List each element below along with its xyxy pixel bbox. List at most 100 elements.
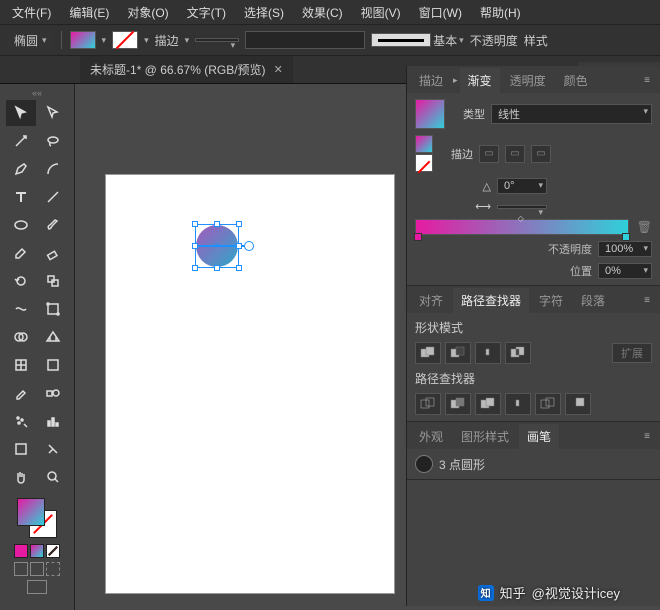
brush-stroke-field[interactable]: 基本 ▾ xyxy=(371,32,464,49)
tab-appearance[interactable]: 外观 xyxy=(411,424,451,449)
resize-handle[interactable] xyxy=(236,221,242,227)
close-icon[interactable]: ✕ xyxy=(274,63,283,76)
tab-character[interactable]: 字符 xyxy=(531,288,571,313)
draw-normal-button[interactable] xyxy=(14,562,28,576)
outline-button[interactable] xyxy=(535,393,561,415)
shape-preset-dropdown[interactable]: 椭圆 ▾ xyxy=(8,30,53,51)
eraser-tool[interactable] xyxy=(38,240,68,266)
screen-mode-button[interactable] xyxy=(27,580,47,594)
hand-tool[interactable] xyxy=(6,464,36,490)
stroke-profile-field[interactable] xyxy=(245,31,365,49)
menu-help[interactable]: 帮助(H) xyxy=(472,1,529,24)
tab-brushes[interactable]: 画笔 xyxy=(519,424,559,449)
rotate-tool[interactable] xyxy=(6,268,36,294)
toolbox-grip-icon[interactable]: «« xyxy=(12,88,62,98)
exclude-button[interactable] xyxy=(505,342,531,364)
trim-button[interactable] xyxy=(445,393,471,415)
draw-behind-button[interactable] xyxy=(30,562,44,576)
column-graph-tool[interactable] xyxy=(38,408,68,434)
resize-handle[interactable] xyxy=(214,221,220,227)
menu-view[interactable]: 视图(V) xyxy=(353,1,409,24)
scale-tool[interactable] xyxy=(38,268,68,294)
divide-button[interactable] xyxy=(415,393,441,415)
resize-handle[interactable] xyxy=(214,265,220,271)
lasso-tool[interactable] xyxy=(38,128,68,154)
draw-inside-button[interactable] xyxy=(46,562,60,576)
zoom-tool[interactable] xyxy=(38,464,68,490)
stroke-weight-field[interactable] xyxy=(195,38,239,42)
stop-position-field[interactable]: 0% xyxy=(598,263,652,279)
ellipse-tool[interactable] xyxy=(6,212,36,238)
tab-pathfinder[interactable]: 路径查找器 xyxy=(453,288,529,313)
menu-file[interactable]: 文件(F) xyxy=(4,1,59,24)
midpoint-marker-icon[interactable]: ◇ xyxy=(518,214,524,223)
blend-tool[interactable] xyxy=(38,380,68,406)
stop-opacity-field[interactable]: 100% xyxy=(598,241,652,257)
fill-stroke-swatches[interactable] xyxy=(17,498,57,538)
gradient-fill-button[interactable] xyxy=(30,544,44,558)
gradient-preview-swatch[interactable] xyxy=(415,99,445,129)
gradient-stop-right[interactable] xyxy=(622,233,630,241)
menu-object[interactable]: 对象(O) xyxy=(119,1,176,24)
stroke-within-icon[interactable]: ▭ xyxy=(479,145,499,163)
eyedropper-tool[interactable] xyxy=(6,380,36,406)
none-fill-button[interactable] xyxy=(46,544,60,558)
brush-item[interactable]: 3 点圆形 xyxy=(415,455,652,473)
menu-select[interactable]: 选择(S) xyxy=(236,1,292,24)
fill-swatch[interactable] xyxy=(70,31,96,49)
gradient-slider[interactable]: ◇ xyxy=(415,219,629,235)
tab-stroke[interactable]: 描边 xyxy=(411,68,451,93)
panel-menu-icon[interactable]: ≡ xyxy=(638,429,656,444)
artboard-tool[interactable] xyxy=(6,436,36,462)
solid-fill-button[interactable] xyxy=(14,544,28,558)
perspective-tool[interactable] xyxy=(38,324,68,350)
tab-color[interactable]: 颜色 xyxy=(556,68,596,93)
artboard[interactable] xyxy=(105,174,395,594)
menu-type[interactable]: 文字(T) xyxy=(179,1,234,24)
expand-button[interactable]: 扩展 xyxy=(612,343,652,363)
document-tab[interactable]: 未标题-1* @ 66.67% (RGB/预览) ✕ xyxy=(80,56,293,83)
menu-effect[interactable]: 效果(C) xyxy=(294,1,351,24)
curvature-tool[interactable] xyxy=(38,156,68,182)
resize-handle[interactable] xyxy=(236,265,242,271)
minus-front-button[interactable] xyxy=(445,342,471,364)
merge-button[interactable] xyxy=(475,393,501,415)
resize-handle[interactable] xyxy=(192,265,198,271)
shaper-tool[interactable] xyxy=(6,240,36,266)
pen-tool[interactable] xyxy=(6,156,36,182)
mesh-tool[interactable] xyxy=(6,352,36,378)
unite-button[interactable] xyxy=(415,342,441,364)
tab-opacity[interactable]: 透明度 xyxy=(502,68,554,93)
slice-tool[interactable] xyxy=(38,436,68,462)
tab-gradient[interactable]: 渐变 xyxy=(460,68,500,93)
resize-handle[interactable] xyxy=(192,243,198,249)
paintbrush-tool[interactable] xyxy=(38,212,68,238)
tab-graphic-styles[interactable]: 图形样式 xyxy=(453,424,517,449)
tab-paragraph[interactable]: 段落 xyxy=(573,288,613,313)
stroke-mini-swatch[interactable] xyxy=(415,154,433,172)
minus-back-button[interactable] xyxy=(565,393,591,415)
width-tool[interactable] xyxy=(6,296,36,322)
menu-edit[interactable]: 编辑(E) xyxy=(61,1,117,24)
aspect-field[interactable] xyxy=(497,205,547,209)
fill-mini-swatch[interactable] xyxy=(415,135,433,153)
type-tool[interactable] xyxy=(6,184,36,210)
direct-selection-tool[interactable] xyxy=(38,100,68,126)
stroke-along-icon[interactable]: ▭ xyxy=(505,145,525,163)
resize-handle[interactable] xyxy=(236,243,242,249)
stroke-across-icon[interactable]: ▭ xyxy=(531,145,551,163)
symbol-sprayer-tool[interactable] xyxy=(6,408,36,434)
stroke-swatch[interactable] xyxy=(112,31,138,49)
gradient-stop-left[interactable] xyxy=(414,233,422,241)
panel-menu-icon[interactable]: ≡ xyxy=(638,293,656,308)
line-tool[interactable] xyxy=(38,184,68,210)
crop-button[interactable] xyxy=(505,393,531,415)
panel-menu-icon[interactable]: ≡ xyxy=(638,73,656,88)
trash-icon[interactable]: 🗑 xyxy=(637,220,652,234)
gradient-type-select[interactable]: 线性 xyxy=(491,104,652,124)
selection-tool[interactable] xyxy=(6,100,36,126)
resize-handle[interactable] xyxy=(192,221,198,227)
gradient-tool[interactable] xyxy=(38,352,68,378)
intersect-button[interactable] xyxy=(475,342,501,364)
shape-builder-tool[interactable] xyxy=(6,324,36,350)
